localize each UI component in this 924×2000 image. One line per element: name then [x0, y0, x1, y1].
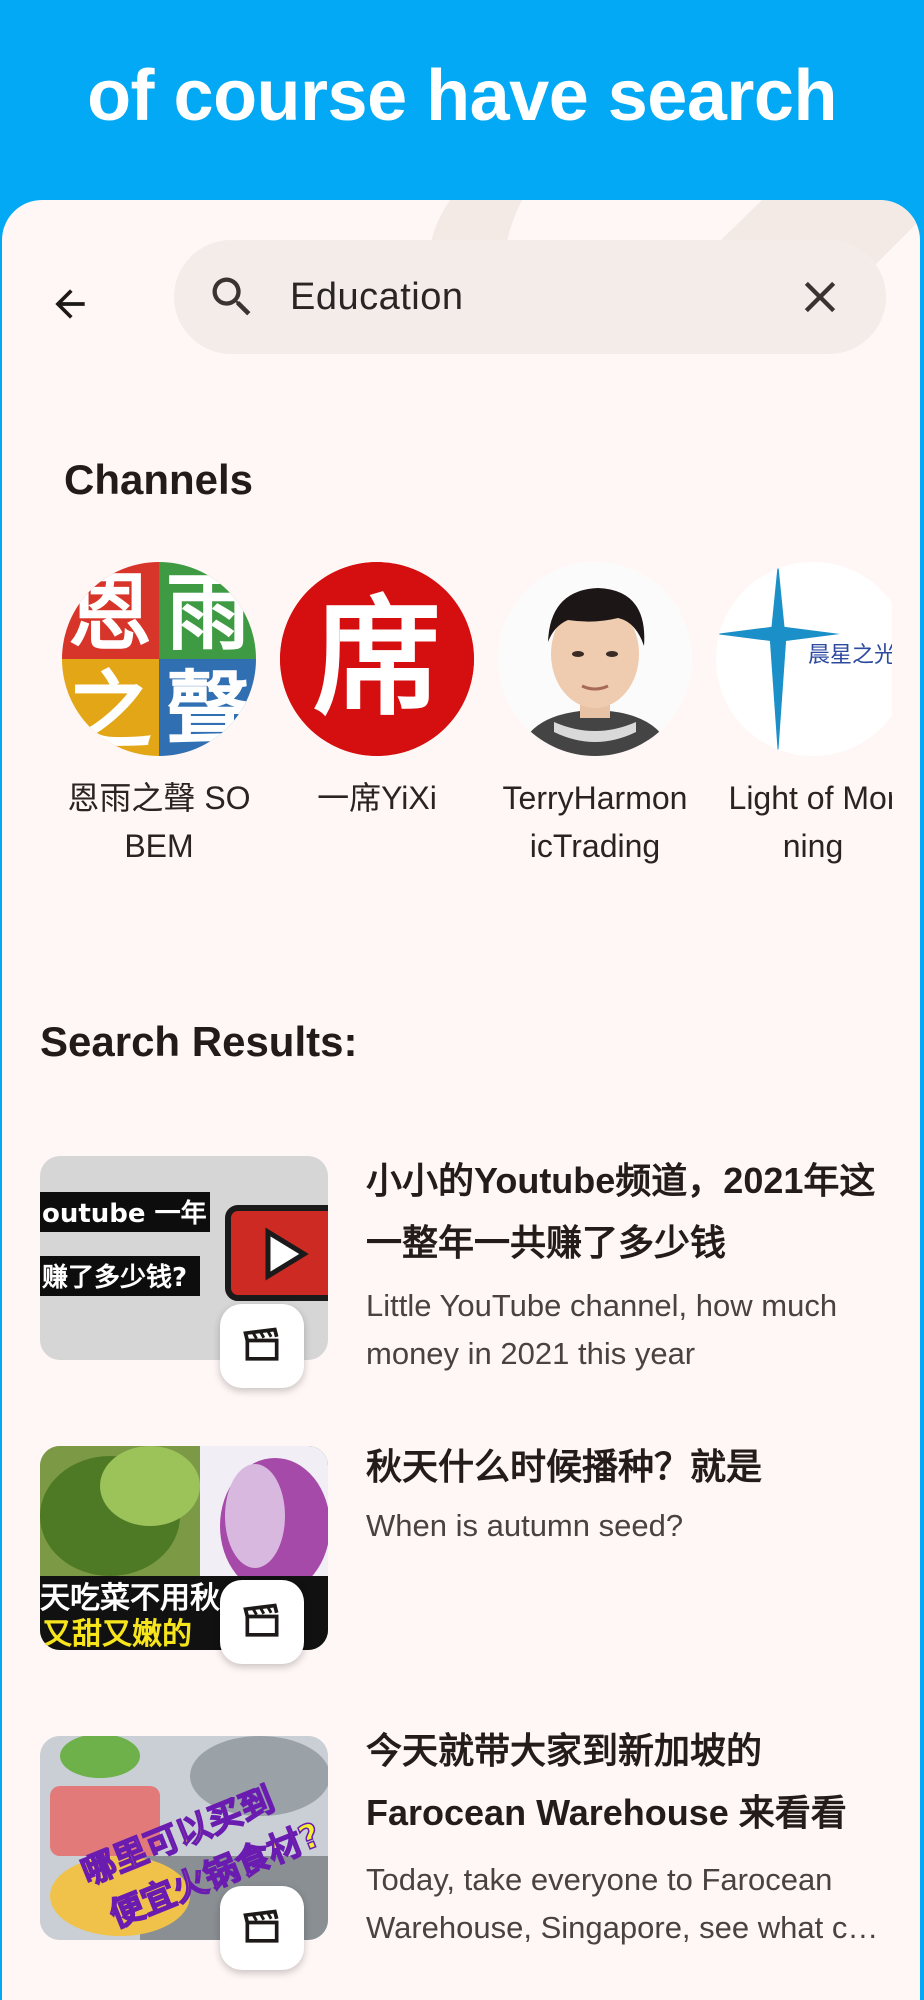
thumbnail-text-2: 赚了多少钱? [42, 1263, 187, 1293]
channel-avatar [498, 562, 692, 756]
result-description: When is autumn seed? [366, 1508, 684, 1543]
channel-item[interactable]: TerryHarmonicTrading [498, 562, 692, 870]
app-screen: Channels 恩 雨 之 聲 恩雨之聲 SOBEM [2, 200, 920, 2000]
close-icon[interactable] [794, 271, 846, 323]
search-bar[interactable] [174, 240, 886, 354]
channel-item[interactable]: 晨星之光 Light of Morning [716, 562, 892, 870]
channel-name: 一席YiXi [317, 780, 437, 816]
logo-char: 席 [313, 583, 441, 733]
star-logo-icon: 晨星之光 [716, 562, 892, 756]
logo-char-1: 恩 [68, 564, 152, 662]
search-icon [212, 277, 251, 316]
video-clip-icon [220, 1580, 304, 1664]
promo-banner: of course have search [0, 0, 924, 210]
channel-avatar: 恩 雨 之 聲 [62, 562, 256, 756]
channel-item[interactable]: 席 一席YiXi [280, 562, 474, 822]
back-button[interactable] [38, 272, 102, 336]
channel-avatar: 晨星之光 [716, 562, 892, 756]
video-clip-icon [220, 1304, 304, 1388]
result-title: 小小的Youtube频道，2021年这一整年一共赚了多少钱 [366, 1160, 876, 1263]
search-results-heading: Search Results: [40, 1018, 358, 1065]
logo-char-3: 之 [68, 662, 152, 756]
banner-title: of course have search [87, 56, 837, 136]
arrow-left-icon [55, 289, 85, 319]
result-item[interactable]: outube 一年 赚了多少钱? 小小的Youtube频道，2021年这一整年一… [40, 1156, 880, 1396]
person-photo-icon [498, 562, 692, 756]
channel-name: 恩雨之聲 SOBEM [67, 780, 251, 864]
thumbnail-text-1: outube 一年 [42, 1198, 207, 1229]
logo-char-2: 雨 [166, 564, 250, 662]
result-description: Little YouTube channel, how much money i… [366, 1288, 838, 1371]
thumbnail-text-2: 又甜又嫩的 [42, 1617, 192, 1650]
channel-name: TerryHarmonicTrading [502, 780, 688, 864]
result-title: 秋天什么时候播种？就是 [366, 1446, 763, 1487]
channel-avatar: 席 [280, 562, 474, 756]
logo-text: 晨星之光 [808, 643, 892, 668]
channels-list[interactable]: 恩 雨 之 聲 恩雨之聲 SOBEM 席 一席YiXi TerryHarmoni… [62, 562, 892, 882]
video-clip-icon [220, 1886, 304, 1970]
logo-char-4: 聲 [166, 662, 250, 756]
channel-name: Light of Morning [728, 780, 892, 864]
result-description: Today, take everyone to Farocean Warehou… [366, 1862, 882, 1945]
channel-logo: 恩 雨 之 聲 [62, 562, 256, 756]
channel-item[interactable]: 恩 雨 之 聲 恩雨之聲 SOBEM [62, 562, 256, 870]
result-title: 今天就带大家到新加坡的Farocean Warehouse 来看看 [366, 1730, 847, 1833]
result-item[interactable]: 哪里可以买到 便宜火锅食材? 今天就带大家到新加坡的Farocean Wareh… [40, 1730, 882, 1976]
channels-heading: Channels [64, 456, 254, 503]
channel-logo: 席 [280, 562, 474, 756]
thumbnail-text-1: 天吃菜不用秋 [40, 1581, 220, 1616]
search-input[interactable] [290, 264, 770, 330]
result-item[interactable]: 天吃菜不用秋 又甜又嫩的 秋天什么时候播种？就是 When is autumn … [40, 1446, 880, 1686]
